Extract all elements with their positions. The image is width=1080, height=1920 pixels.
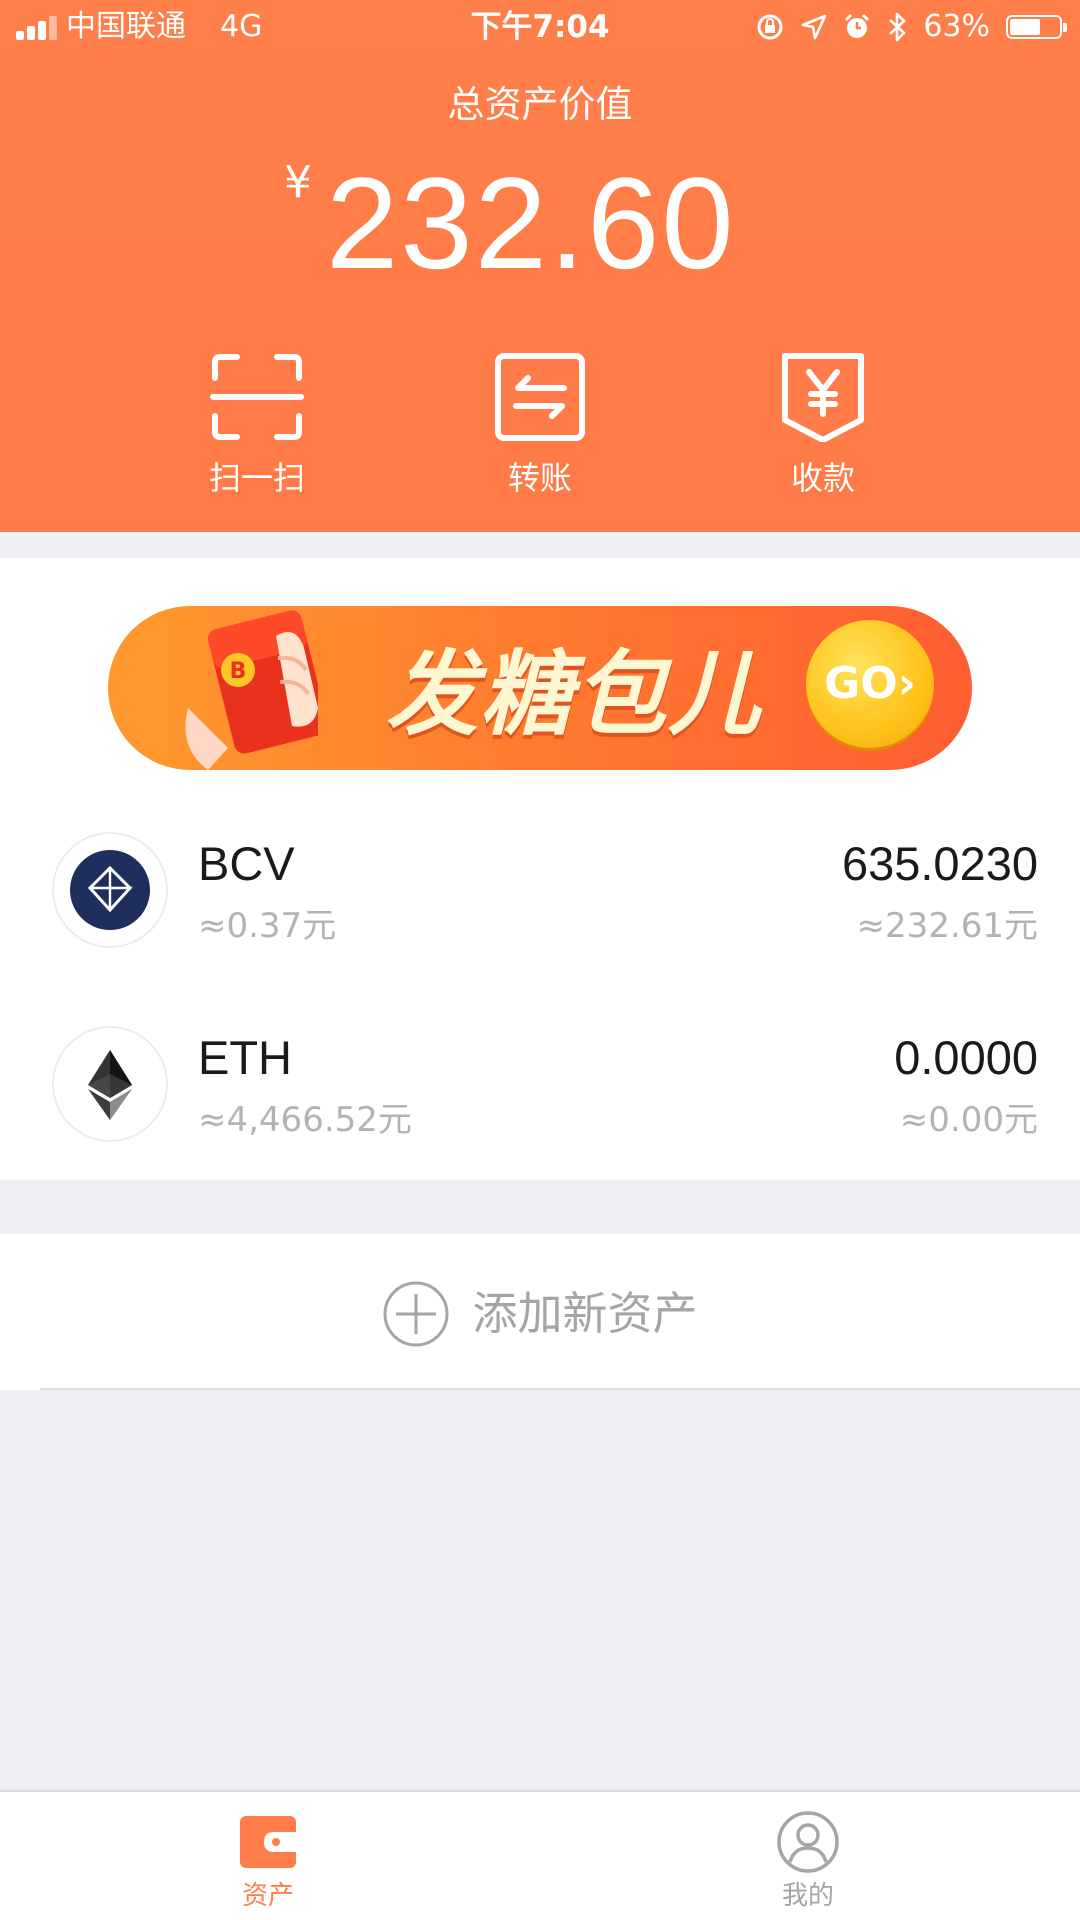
asset-amount: 635.0230 (841, 837, 1038, 890)
eth-icon (52, 1026, 168, 1142)
divider (40, 1388, 1080, 1390)
location-icon (802, 14, 827, 40)
transfer-icon (495, 353, 585, 441)
transfer-label: 转账 (507, 459, 572, 497)
plus-circle-icon (383, 1281, 449, 1347)
status-icons: 63% (755, 9, 1067, 45)
total-assets-label: 总资产价值 (447, 83, 633, 126)
receive-label: 收款 (790, 459, 855, 497)
red-envelope-icon: B (185, 610, 318, 770)
battery-level (1010, 19, 1040, 35)
battery-icon (1006, 15, 1067, 39)
bluetooth-icon (889, 12, 906, 42)
tab-profile[interactable]: 我的 (708, 1810, 908, 1912)
battery-percent: 63% (923, 9, 990, 44)
tab-profile-label: 我的 (781, 1881, 834, 1911)
bcv-icon (52, 832, 168, 948)
asset-amount: 0.0000 (894, 1031, 1038, 1084)
scan-icon (210, 354, 304, 440)
receive-button[interactable]: 收款 (723, 352, 923, 498)
asset-value: ≈232.61元 (856, 906, 1038, 946)
status-bar: 中国联通 4G 下午7:04 63% (0, 0, 1080, 54)
rotation-lock-icon (757, 14, 783, 40)
banner-title: 发糖包儿 (386, 641, 763, 748)
transfer-button[interactable]: 转账 (440, 352, 640, 498)
envelope-letter: B (230, 659, 247, 684)
alarm-icon (845, 13, 870, 38)
tab-assets[interactable]: 资产 (168, 1810, 368, 1912)
asset-symbol: ETH (198, 1031, 292, 1084)
scan-button[interactable]: 扫一扫 (157, 352, 357, 498)
banner-go-button[interactable]: GO› (806, 620, 934, 748)
asset-symbol: BCV (198, 837, 295, 890)
banner-go-label: GO› (824, 658, 916, 709)
add-asset-content: 添加新资产 (0, 1280, 1080, 1348)
tab-bar: 资产 我的 (0, 1790, 1080, 1920)
add-asset-label: 添加新资产 (472, 1287, 698, 1340)
tab-assets-label: 资产 (241, 1881, 294, 1911)
asset-value: ≈0.00元 (899, 1100, 1038, 1140)
profile-icon (777, 1811, 839, 1873)
assets-card: 发糖包儿 GO› B BCV ≈0.37元 635.0230 ≈232.61元 (0, 558, 1080, 1180)
asset-row-eth[interactable]: ETH ≈4,466.52元 0.0000 ≈0.00元 (0, 1004, 1080, 1164)
asset-unit-price: ≈4,466.52元 (198, 1100, 412, 1140)
add-asset-button[interactable]: 添加新资产 (0, 1234, 1080, 1390)
header: 中国联通 4G 下午7:04 63% 总资产价值 ¥ 232.60 扫一扫 转账… (0, 0, 1080, 532)
scan-label: 扫一扫 (208, 459, 305, 497)
wallet-icon (240, 1816, 296, 1868)
promo-banner[interactable]: 发糖包儿 GO› B (108, 598, 972, 770)
asset-row-bcv[interactable]: BCV ≈0.37元 635.0230 ≈232.61元 (0, 810, 1080, 970)
asset-unit-price: ≈0.37元 (198, 906, 337, 946)
total-assets-value: 232.60 (326, 150, 736, 296)
currency-symbol: ¥ (284, 157, 312, 208)
receive-icon (782, 353, 864, 442)
